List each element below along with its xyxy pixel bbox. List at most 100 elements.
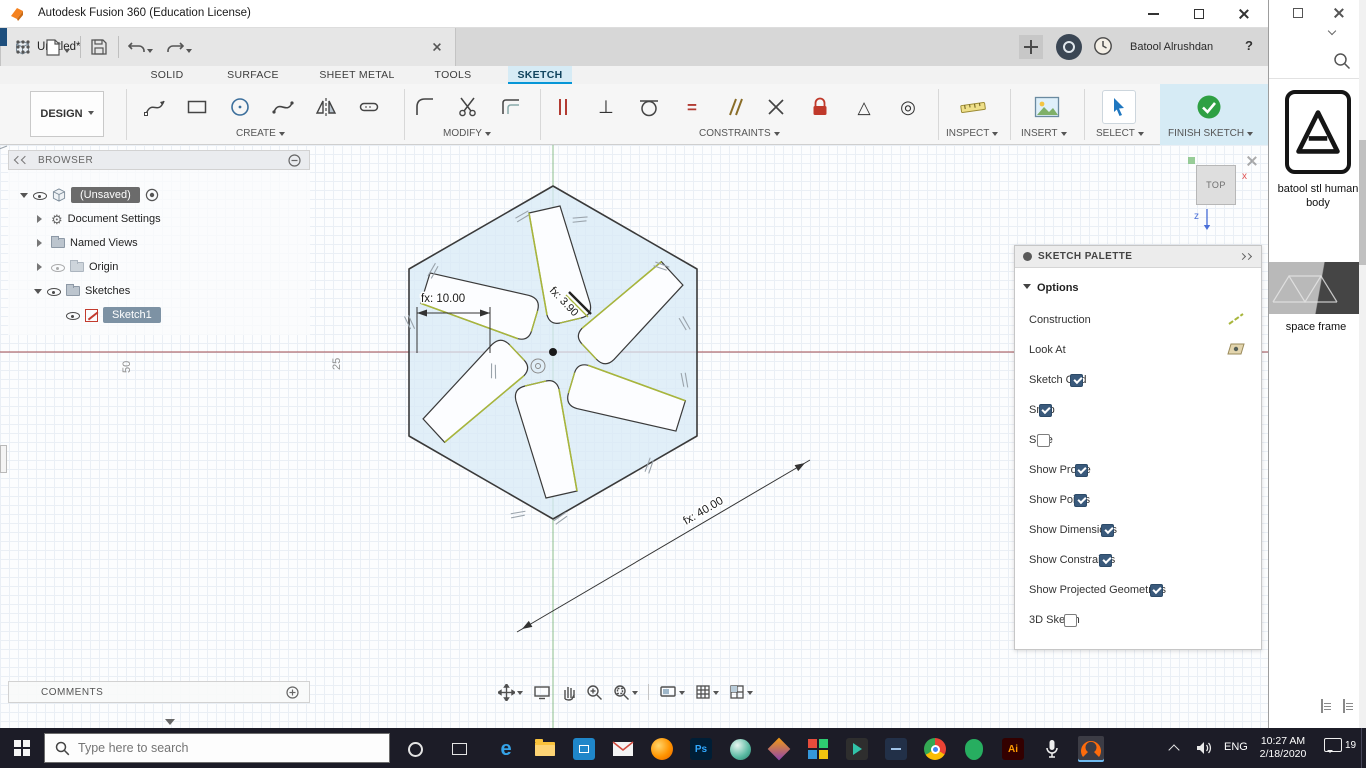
view-cube[interactable]: TOP x z: [1188, 153, 1260, 241]
modify-group-label[interactable]: MODIFY: [443, 128, 491, 139]
undo-caret[interactable]: [147, 49, 153, 56]
job-status-clock-icon[interactable]: [1092, 35, 1114, 57]
expand-icon[interactable]: [34, 288, 42, 298]
insert-image-icon[interactable]: [1030, 90, 1064, 124]
finish-sketch-icon[interactable]: [1192, 90, 1226, 124]
trim-tool-icon[interactable]: [451, 90, 485, 124]
workspace-selector[interactable]: DESIGN: [30, 91, 104, 137]
browser-row-sketches[interactable]: Sketches: [34, 280, 130, 302]
options-section-header[interactable]: Options: [1015, 276, 1261, 300]
undo-icon[interactable]: [126, 36, 148, 58]
offset-tool-icon[interactable]: [494, 90, 528, 124]
look-at-icon[interactable]: [1227, 342, 1245, 359]
search-input[interactable]: [78, 741, 358, 755]
parallel-constraint-icon[interactable]: [717, 90, 751, 124]
taskbar-fusion360-icon[interactable]: [1078, 736, 1104, 762]
save-icon[interactable]: [88, 36, 110, 58]
minimize-button[interactable]: [1130, 0, 1176, 28]
taskbar-chrome-icon[interactable]: [922, 736, 948, 762]
pan-hand-icon[interactable]: [561, 684, 576, 701]
expand-icon[interactable]: [37, 239, 46, 247]
vertical-constraint-icon[interactable]: [546, 90, 580, 124]
select-tool-icon[interactable]: [1102, 90, 1136, 124]
collapse-all-icon[interactable]: [288, 153, 301, 167]
visibility-eye-icon[interactable]: [51, 261, 65, 273]
taskbar-search[interactable]: [44, 733, 390, 763]
measure-tool-icon[interactable]: [956, 90, 990, 124]
language-indicator[interactable]: ENG: [1224, 741, 1248, 753]
spline-tool-icon[interactable]: [266, 90, 300, 124]
fillet-tool-icon[interactable]: [408, 90, 442, 124]
equal-constraint-icon[interactable]: =: [675, 90, 709, 124]
tab-sketch[interactable]: SKETCH: [508, 66, 572, 84]
expand-icon[interactable]: [20, 192, 28, 202]
browser-row-origin[interactable]: Origin: [34, 256, 118, 278]
pan-icon[interactable]: [498, 683, 523, 701]
zoom-icon[interactable]: [586, 684, 603, 701]
perpendicular-constraint-icon[interactable]: ⊥: [589, 90, 623, 124]
side-scrollbar-thumb[interactable]: [1359, 140, 1366, 265]
select-group-label[interactable]: SELECT: [1096, 128, 1144, 139]
expand-icon[interactable]: [37, 263, 46, 271]
visibility-eye-icon[interactable]: [33, 189, 47, 201]
ruler-dim-50[interactable]: 50: [121, 361, 133, 373]
viewcube-top-face[interactable]: TOP: [1196, 165, 1236, 205]
browser-row-named-views[interactable]: Named Views: [34, 232, 138, 254]
expand-icon[interactable]: [37, 215, 46, 223]
activate-radio-icon[interactable]: [145, 188, 159, 202]
show-profile-checkbox[interactable]: [1074, 463, 1088, 477]
constraints-group-label[interactable]: CONSTRAINTS: [699, 128, 780, 139]
origin-point[interactable]: [549, 348, 557, 356]
tray-overflow-chevron[interactable]: [1168, 744, 1180, 756]
side-restore-icon[interactable]: [1293, 8, 1303, 18]
polygon-constraint-icon[interactable]: △: [847, 90, 881, 124]
concentric-constraint-icon[interactable]: ◎: [891, 90, 925, 124]
taskbar-shield-app-icon[interactable]: [961, 736, 987, 762]
palette-collapse-icon[interactable]: [1238, 252, 1253, 261]
stl-file-caption[interactable]: batool stl human body: [1271, 182, 1365, 210]
maximize-button[interactable]: [1176, 0, 1222, 28]
document-tab-close-icon[interactable]: [432, 42, 442, 52]
side-dropdown-caret[interactable]: [1327, 26, 1337, 36]
help-button[interactable]: ?: [1245, 38, 1253, 53]
extensions-icon[interactable]: [1056, 34, 1082, 60]
circle-tool-icon[interactable]: [223, 90, 257, 124]
mirror-tool-icon[interactable]: [309, 90, 343, 124]
show-dimensions-checkbox[interactable]: [1101, 523, 1115, 537]
show-projected-geometries-checkbox[interactable]: [1149, 583, 1163, 597]
tab-sheet-metal[interactable]: SHEET METAL: [310, 66, 404, 84]
sketch-palette-header[interactable]: SKETCH PALETTE: [1015, 246, 1261, 268]
visibility-eye-icon[interactable]: [66, 309, 80, 321]
side-search-icon[interactable]: [1333, 52, 1351, 70]
tab-solid[interactable]: SOLID: [138, 66, 196, 84]
root-document-label[interactable]: (Unsaved): [71, 187, 140, 203]
dimension-10-text[interactable]: fx: 10.00: [420, 292, 467, 307]
taskbar-clock[interactable]: 10:27 AM 2/18/2020: [1250, 735, 1316, 761]
insert-group-label[interactable]: INSERT: [1021, 128, 1067, 139]
grid-settings-icon[interactable]: [695, 684, 719, 700]
finish-sketch-group-label[interactable]: FINISH SKETCH: [1168, 128, 1254, 139]
cortana-icon[interactable]: [402, 736, 428, 762]
tab-surface[interactable]: SURFACE: [212, 66, 294, 84]
taskbar-microphone-icon[interactable]: [1039, 736, 1065, 762]
fit-view-icon[interactable]: [533, 685, 551, 700]
taskbar-dark-app-icon[interactable]: [844, 736, 870, 762]
taskbar-dark-app-2-icon[interactable]: [883, 736, 909, 762]
fix-lock-constraint-icon[interactable]: [803, 90, 837, 124]
construction-icon[interactable]: [1227, 312, 1245, 329]
browser-row-document-settings[interactable]: ⚙ Document Settings: [34, 208, 161, 230]
create-group-label[interactable]: CREATE: [236, 128, 285, 139]
start-button[interactable]: [0, 728, 44, 768]
taskbar-diamond-app-icon[interactable]: [766, 736, 792, 762]
show-constraints-checkbox[interactable]: [1099, 553, 1113, 567]
comments-bar[interactable]: COMMENTS: [8, 681, 310, 703]
viewcube-corner[interactable]: [1188, 157, 1195, 164]
stl-file-thumbnail[interactable]: [1285, 90, 1351, 174]
inspect-group-label[interactable]: INSPECT: [946, 128, 999, 139]
space-frame-thumbnail[interactable]: [1269, 262, 1360, 314]
viewports-icon[interactable]: [729, 684, 753, 700]
action-center-icon[interactable]: 19: [1324, 738, 1356, 753]
taskbar-photoshop-icon[interactable]: Ps: [688, 736, 714, 762]
3d-sketch-checkbox[interactable]: [1063, 613, 1077, 627]
slot-tool-icon[interactable]: [352, 90, 386, 124]
